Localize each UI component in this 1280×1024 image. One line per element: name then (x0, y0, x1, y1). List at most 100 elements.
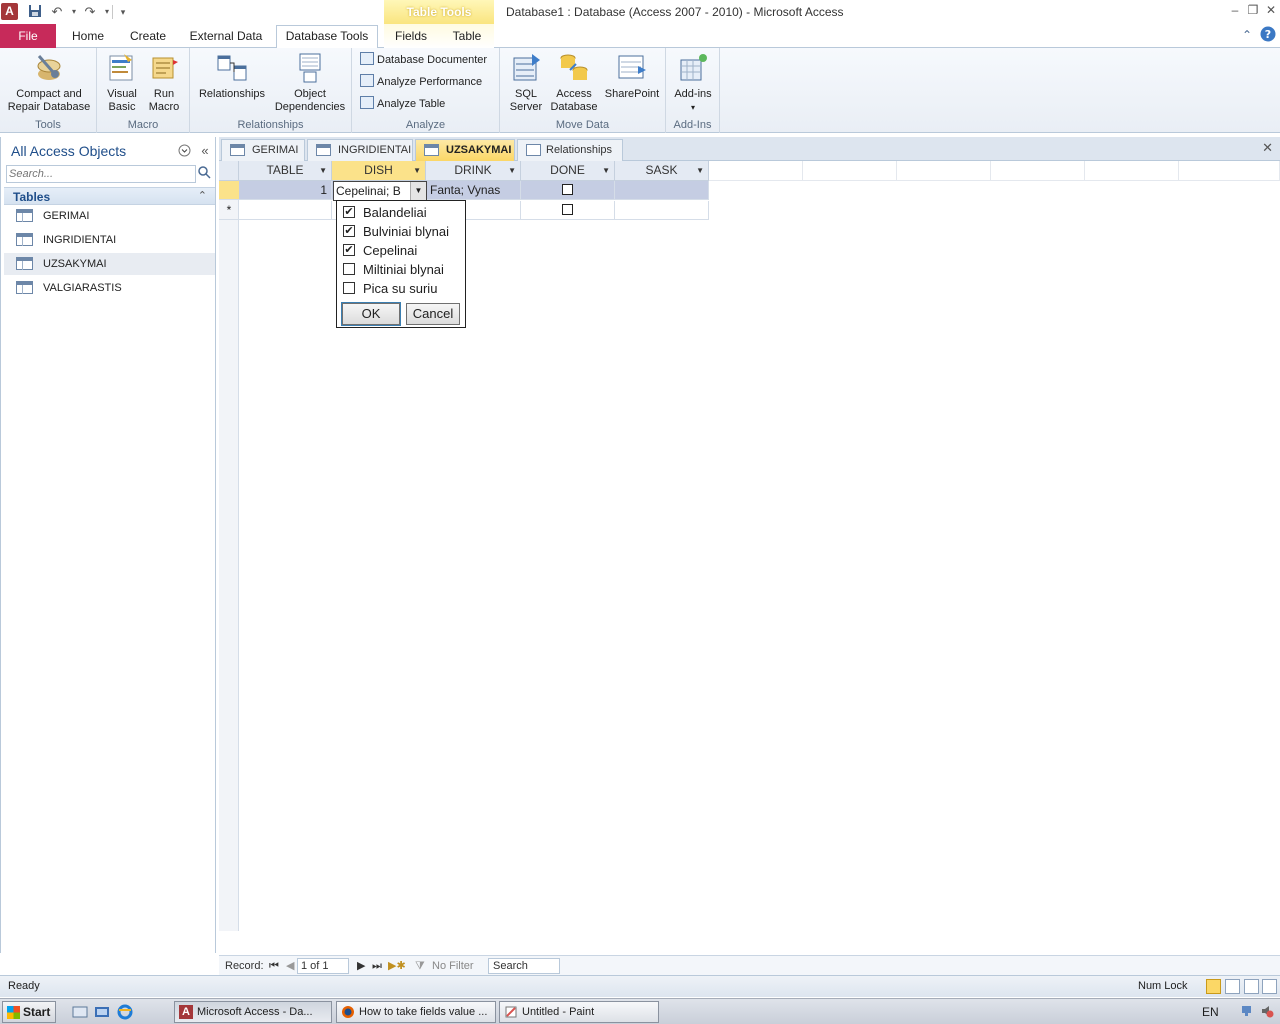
nav-item-ingridientai[interactable]: INGRIDIENTAI (4, 229, 215, 251)
doc-tab-gerimai[interactable]: GERIMAI (221, 139, 305, 161)
dish-combo-dropdown-icon[interactable]: ▼ (410, 182, 426, 200)
current-record-input[interactable]: 1 of 1 (297, 958, 349, 974)
previous-record-icon[interactable]: ◀ (286, 959, 294, 973)
option-checkbox[interactable]: ✔ (343, 206, 355, 218)
explorer-icon[interactable] (94, 1004, 110, 1020)
cell-done[interactable] (521, 181, 615, 200)
volume-muted-icon[interactable] (1260, 1004, 1274, 1018)
redo-icon[interactable]: ↷ (82, 4, 98, 20)
relationships-button[interactable]: Relationships (196, 52, 268, 101)
cancel-button[interactable]: Cancel (406, 303, 460, 325)
collapse-section-icon[interactable]: ⌃ (198, 189, 207, 202)
option-checkbox[interactable] (343, 263, 355, 275)
option-checkbox[interactable]: ✔ (343, 225, 355, 237)
column-dropdown-icon[interactable]: ▼ (413, 161, 421, 180)
pivotchart-view-icon[interactable] (1244, 979, 1259, 994)
help-icon[interactable]: ? (1260, 26, 1276, 45)
database-documenter-button[interactable]: Database Documenter (360, 51, 487, 69)
nav-pane-header[interactable]: All Access Objects « (3, 140, 215, 162)
sharepoint-button[interactable]: SharePoint (602, 52, 662, 101)
tab-create[interactable]: Create (122, 26, 174, 48)
tab-file[interactable]: File (0, 24, 56, 48)
cell-sask[interactable] (615, 181, 709, 200)
visual-basic-button[interactable]: Visual Basic (104, 52, 140, 114)
taskbar-item-paint[interactable]: Untitled - Paint (499, 1001, 659, 1023)
undo-icon[interactable]: ↶ (49, 4, 65, 20)
column-dropdown-icon[interactable]: ▼ (696, 161, 704, 180)
customize-qat-icon[interactable]: ▾ (115, 4, 131, 20)
new-record-icon[interactable]: ▶✱ (388, 959, 406, 973)
tab-external-data[interactable]: External Data (184, 26, 268, 48)
column-dropdown-icon[interactable]: ▼ (319, 161, 327, 180)
access-app-icon[interactable]: A (1, 3, 18, 20)
analyze-table-button[interactable]: Analyze Table (360, 95, 445, 113)
ok-button[interactable]: OK (341, 302, 401, 326)
object-dependencies-button[interactable]: Object Dependencies (274, 52, 346, 114)
row-selector-current[interactable] (219, 181, 239, 200)
run-macro-button[interactable]: Run Macro (145, 52, 183, 114)
access-database-button[interactable]: Access Database (550, 52, 598, 114)
cell-sask-new[interactable] (615, 201, 709, 220)
close-icon[interactable]: ✕ (1264, 3, 1278, 17)
done-checkbox-new[interactable] (562, 204, 573, 215)
minimize-ribbon-icon[interactable]: ⌃ (1242, 28, 1252, 42)
windows-logo-icon (7, 1006, 20, 1019)
doc-tab-ingridientai[interactable]: INGRIDIENTAI (307, 139, 413, 161)
new-record-marker[interactable]: * (219, 201, 239, 220)
column-dropdown-icon[interactable]: ▼ (508, 161, 516, 180)
column-header-dish[interactable]: DISH ▼ (332, 161, 426, 181)
search-icon[interactable] (198, 166, 212, 180)
cell-table-new[interactable] (239, 201, 332, 220)
undo-dropdown-icon[interactable]: ▾ (66, 4, 82, 20)
analyze-performance-button[interactable]: Analyze Performance (360, 73, 482, 91)
show-desktop-icon[interactable] (72, 1004, 88, 1020)
compact-repair-button[interactable]: Compact and Repair Database (4, 52, 94, 114)
nav-menu-dropdown-icon[interactable] (177, 144, 191, 158)
pivottable-view-icon[interactable] (1225, 979, 1240, 994)
design-view-icon[interactable] (1262, 979, 1277, 994)
tab-fields[interactable]: Fields (388, 26, 434, 48)
filter-icon[interactable]: ⧩ (415, 959, 425, 973)
select-all-corner[interactable] (219, 161, 239, 181)
tab-home[interactable]: Home (66, 26, 110, 48)
minimize-icon[interactable]: – (1228, 3, 1242, 17)
doc-tab-uzsakymai[interactable]: UZSAKYMAI (415, 139, 515, 161)
sql-server-button[interactable]: SQL Server (506, 52, 546, 114)
last-record-icon[interactable]: ⏭ (372, 959, 382, 973)
nav-item-gerimai[interactable]: GERIMAI (4, 205, 215, 227)
option-checkbox[interactable]: ✔ (343, 244, 355, 256)
nav-item-uzsakymai[interactable]: UZSAKYMAI (4, 253, 215, 275)
cell-done-new[interactable] (521, 201, 615, 220)
option-checkbox[interactable] (343, 282, 355, 294)
column-header-sask[interactable]: SASK ▼ (615, 161, 709, 181)
tab-table[interactable]: Table (444, 26, 490, 48)
done-checkbox[interactable] (562, 184, 573, 195)
network-icon[interactable] (1241, 1004, 1255, 1018)
tab-database-tools[interactable]: Database Tools (276, 25, 378, 49)
nav-item-valgiarastis[interactable]: VALGIARASTIS (4, 277, 215, 299)
column-dropdown-icon[interactable]: ▼ (602, 161, 610, 180)
cell-drink[interactable]: Fanta; Vynas (426, 181, 521, 200)
nav-section-tables[interactable]: Tables ⌃ (4, 187, 215, 205)
first-record-icon[interactable]: ⏮ (269, 959, 279, 973)
next-record-icon[interactable]: ▶ (357, 959, 365, 973)
language-indicator[interactable]: EN (1202, 1005, 1219, 1019)
doc-tab-relationships[interactable]: Relationships (517, 139, 623, 161)
add-ins-button[interactable]: Add-ins ▾ (670, 52, 716, 114)
datasheet-view-icon[interactable] (1206, 979, 1221, 994)
start-button[interactable]: Start (2, 1001, 56, 1023)
cell-table[interactable]: 1 (239, 181, 332, 200)
column-header-table[interactable]: TABLE ▼ (239, 161, 332, 181)
taskbar-item-firefox[interactable]: How to take fields value ... (336, 1001, 496, 1023)
save-icon[interactable] (27, 4, 43, 20)
column-header-drink[interactable]: DRINK ▼ (426, 161, 521, 181)
shutter-bar-close-icon[interactable]: « (198, 144, 212, 158)
close-document-icon[interactable]: ✕ (1262, 140, 1273, 156)
restore-icon[interactable]: ❐ (1246, 3, 1260, 17)
record-search-input[interactable]: Search (488, 958, 560, 974)
internet-explorer-icon[interactable] (117, 1004, 133, 1020)
column-header-done[interactable]: DONE ▼ (521, 161, 615, 181)
filter-status[interactable]: No Filter (432, 959, 474, 973)
taskbar-item-access[interactable]: A Microsoft Access - Da... (174, 1001, 332, 1023)
nav-search-input[interactable] (6, 165, 196, 183)
